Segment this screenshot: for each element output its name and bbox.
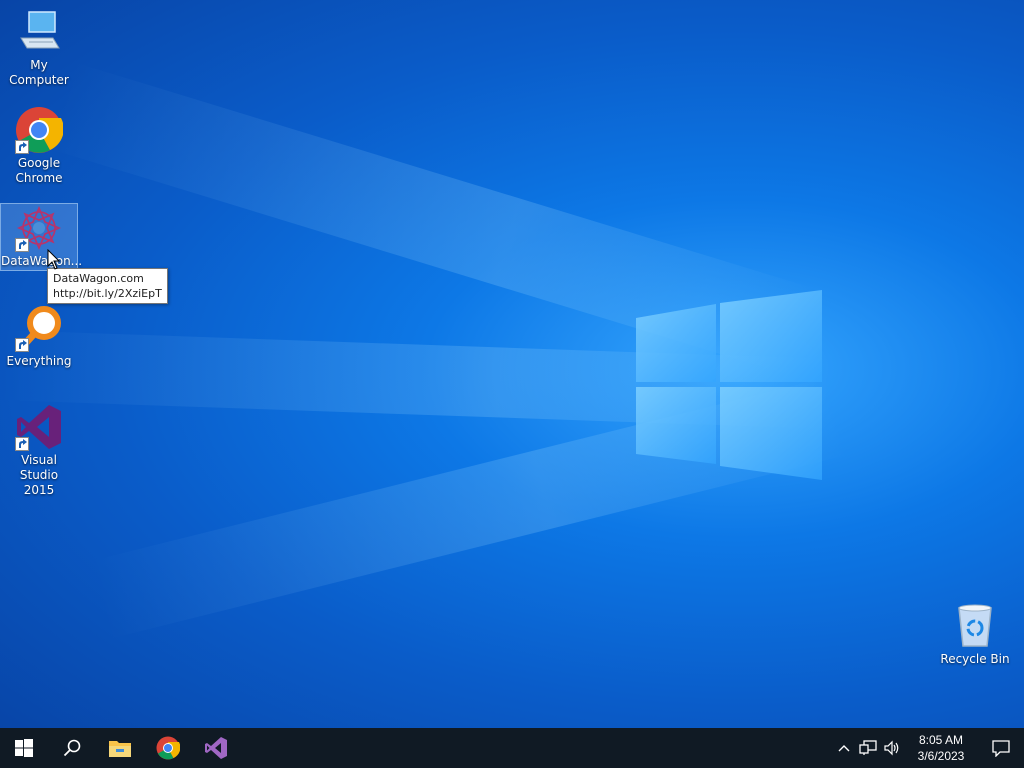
chrome-icon <box>156 736 180 760</box>
taskbar-visual-studio[interactable] <box>192 728 240 768</box>
desktop-icon-label: Recycle Bin <box>940 652 1010 666</box>
shortcut-arrow-icon <box>15 140 29 154</box>
taskbar: 8:05 AM 3/6/2023 <box>0 728 1024 768</box>
windows-logo-wallpaper <box>636 290 822 480</box>
visual-studio-icon <box>15 403 63 451</box>
datawagon-icon <box>15 204 63 252</box>
mouse-cursor-icon <box>47 249 61 270</box>
chevron-up-icon <box>838 745 850 752</box>
action-center-button[interactable] <box>978 728 1024 768</box>
desktop-wallpaper <box>0 0 1024 728</box>
show-hidden-icons-button[interactable] <box>832 728 856 768</box>
notification-icon <box>992 739 1010 757</box>
search-icon <box>63 739 81 757</box>
desktop-icon-label: My Computer <box>9 58 69 87</box>
recycle-bin-icon <box>951 602 999 650</box>
desktop-icon-recycle-bin[interactable]: Recycle Bin <box>937 602 1013 667</box>
visual-studio-icon <box>205 737 227 759</box>
speaker-icon <box>884 740 899 756</box>
file-explorer-icon <box>109 741 131 757</box>
datawagon-tooltip: DataWagon.com http://bit.ly/2XziEpT <box>47 268 168 304</box>
desktop-icon-label: Google Chrome <box>15 156 63 185</box>
start-icon <box>15 739 33 757</box>
shortcut-arrow-icon <box>15 338 29 352</box>
desktop-icon-everything[interactable]: Everything <box>1 304 77 369</box>
network-icon <box>859 740 877 755</box>
clock-date: 3/6/2023 <box>917 749 965 763</box>
desktop-icon-label: Everything <box>6 354 72 368</box>
system-tray: 8:05 AM 3/6/2023 <box>832 728 1024 768</box>
shortcut-arrow-icon <box>15 437 29 451</box>
desktop-icon-google-chrome[interactable]: Google Chrome <box>1 106 77 186</box>
desktop-icon-label: Visual Studio 2015 <box>19 453 59 497</box>
volume-button[interactable] <box>880 728 904 768</box>
computer-icon <box>15 8 63 56</box>
search-button[interactable] <box>48 728 96 768</box>
tooltip-line-2: http://bit.ly/2XziEpT <box>53 287 162 300</box>
desktop-icon-my-computer[interactable]: My Computer <box>1 8 77 88</box>
tooltip-line-1: DataWagon.com <box>53 272 144 285</box>
shortcut-arrow-icon <box>15 238 29 252</box>
desktop-icon-visual-studio-2015[interactable]: Visual Studio 2015 <box>1 403 77 498</box>
start-button[interactable] <box>0 728 48 768</box>
network-button[interactable] <box>856 728 880 768</box>
taskbar-clock[interactable]: 8:05 AM 3/6/2023 <box>904 732 978 764</box>
desktop-icon-label: DataWagon... <box>1 254 83 268</box>
taskbar-google-chrome[interactable] <box>144 728 192 768</box>
taskbar-file-explorer[interactable] <box>96 728 144 768</box>
clock-time: 8:05 AM <box>918 733 964 747</box>
chrome-icon <box>15 106 64 154</box>
desktop-icon-datawagon[interactable]: DataWagon... <box>0 203 83 271</box>
everything-icon <box>15 304 63 352</box>
